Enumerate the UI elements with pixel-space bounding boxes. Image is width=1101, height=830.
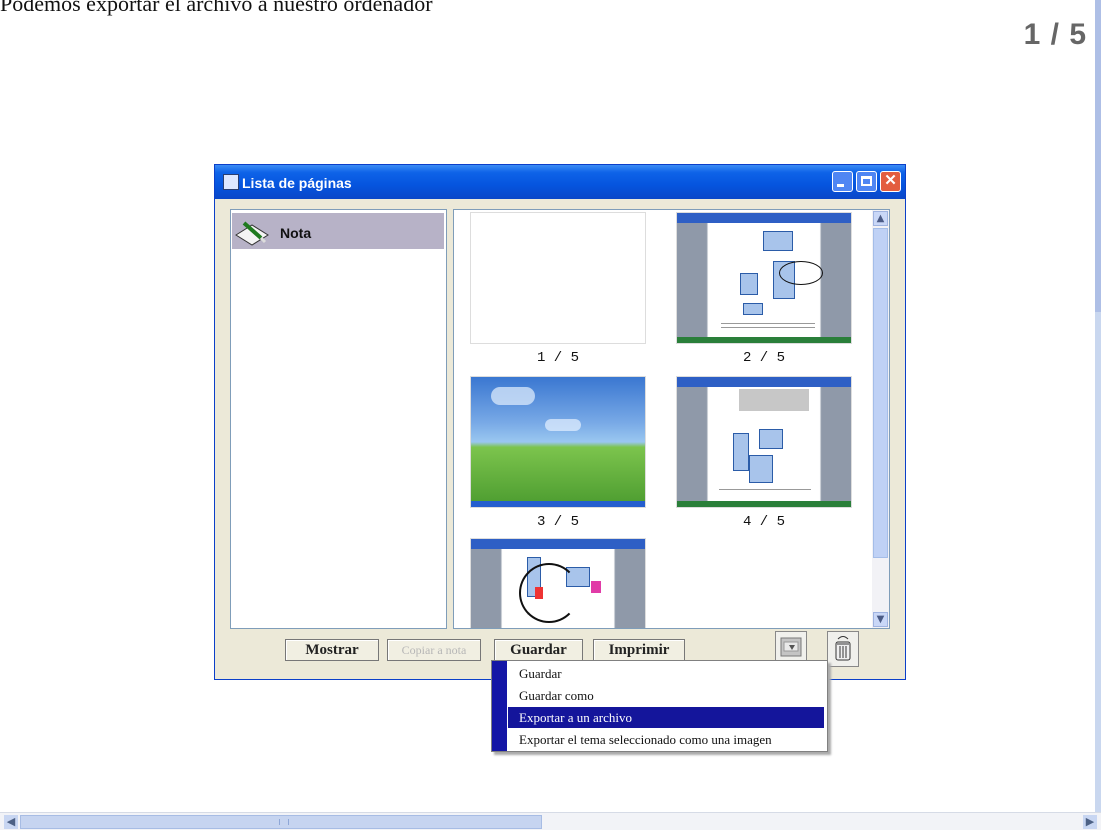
left-item-label: Nota bbox=[280, 225, 312, 241]
copiar-a-nota-button[interactable]: Copiar a nota bbox=[387, 639, 481, 661]
scroll-up-icon[interactable]: ▲ bbox=[873, 211, 888, 226]
page-caption: Podemos exportar el archivo a nuestro or… bbox=[0, 0, 433, 16]
menu-item-exportar-archivo[interactable]: Exportar a un archivo bbox=[508, 707, 824, 728]
thumbnail-pane: 1 / 5 2 / 5 3 / 5 4 / 5 ▲ ▼ bbox=[453, 209, 890, 629]
window-titlebar[interactable]: Lista de páginas ✕ bbox=[215, 165, 905, 199]
thumbnail-3[interactable] bbox=[470, 376, 646, 508]
thumbnail-4[interactable] bbox=[676, 376, 852, 508]
trash-icon[interactable] bbox=[827, 631, 859, 667]
thumbnail-scrollbar[interactable]: ▲ ▼ bbox=[872, 210, 889, 628]
menu-item-exportar-tema-imagen[interactable]: Exportar el tema seleccionado como una i… bbox=[508, 729, 824, 750]
vertical-scroll-thumb[interactable] bbox=[1095, 0, 1101, 312]
menu-item-guardar[interactable]: Guardar bbox=[508, 663, 824, 684]
guardar-button[interactable]: Guardar bbox=[494, 639, 583, 661]
thumbnail-2[interactable] bbox=[676, 212, 852, 344]
window-title: Lista de páginas bbox=[242, 175, 352, 191]
left-pane: Nota bbox=[230, 209, 447, 629]
imprimir-button[interactable]: Imprimir bbox=[593, 639, 685, 661]
thumbnail-5[interactable] bbox=[470, 538, 646, 628]
close-icon[interactable]: ✕ bbox=[880, 171, 901, 192]
thumbnail-label-2: 2 / 5 bbox=[742, 350, 785, 366]
window-app-icon bbox=[223, 174, 239, 190]
thumbnail-label-3: 3 / 5 bbox=[536, 514, 579, 530]
browser-vertical-scrollbar[interactable] bbox=[1095, 0, 1101, 812]
guardar-dropdown-menu: Guardar Guardar como Exportar a un archi… bbox=[491, 660, 828, 752]
thumbnail-1[interactable] bbox=[470, 212, 646, 344]
page-counter: 1 / 5 bbox=[1023, 18, 1087, 51]
scroll-right-icon[interactable]: ▶ bbox=[1083, 815, 1097, 829]
thumbnail-scroll-thumb[interactable] bbox=[873, 228, 888, 558]
minimize-icon[interactable] bbox=[832, 171, 853, 192]
menu-item-guardar-como[interactable]: Guardar como bbox=[508, 685, 824, 706]
thumbnail-label-4: 4 / 5 bbox=[742, 514, 785, 530]
menu-left-stripe bbox=[492, 661, 507, 751]
note-pencil-icon bbox=[235, 221, 269, 246]
maximize-icon[interactable] bbox=[856, 171, 877, 192]
thumbnail-label-1: 1 / 5 bbox=[536, 350, 579, 366]
mostrar-button[interactable]: Mostrar bbox=[285, 639, 379, 661]
page-list-window: Lista de páginas ✕ Nota 1 / 5 2 / 5 3 / … bbox=[214, 164, 906, 680]
scroll-down-icon[interactable]: ▼ bbox=[873, 612, 888, 627]
left-item-nota[interactable]: Nota bbox=[232, 213, 444, 249]
scroll-left-icon[interactable]: ◀ bbox=[4, 815, 18, 829]
browser-horizontal-scrollbar[interactable]: ◀ ▶ bbox=[0, 812, 1101, 830]
horizontal-scroll-thumb[interactable] bbox=[20, 815, 542, 829]
